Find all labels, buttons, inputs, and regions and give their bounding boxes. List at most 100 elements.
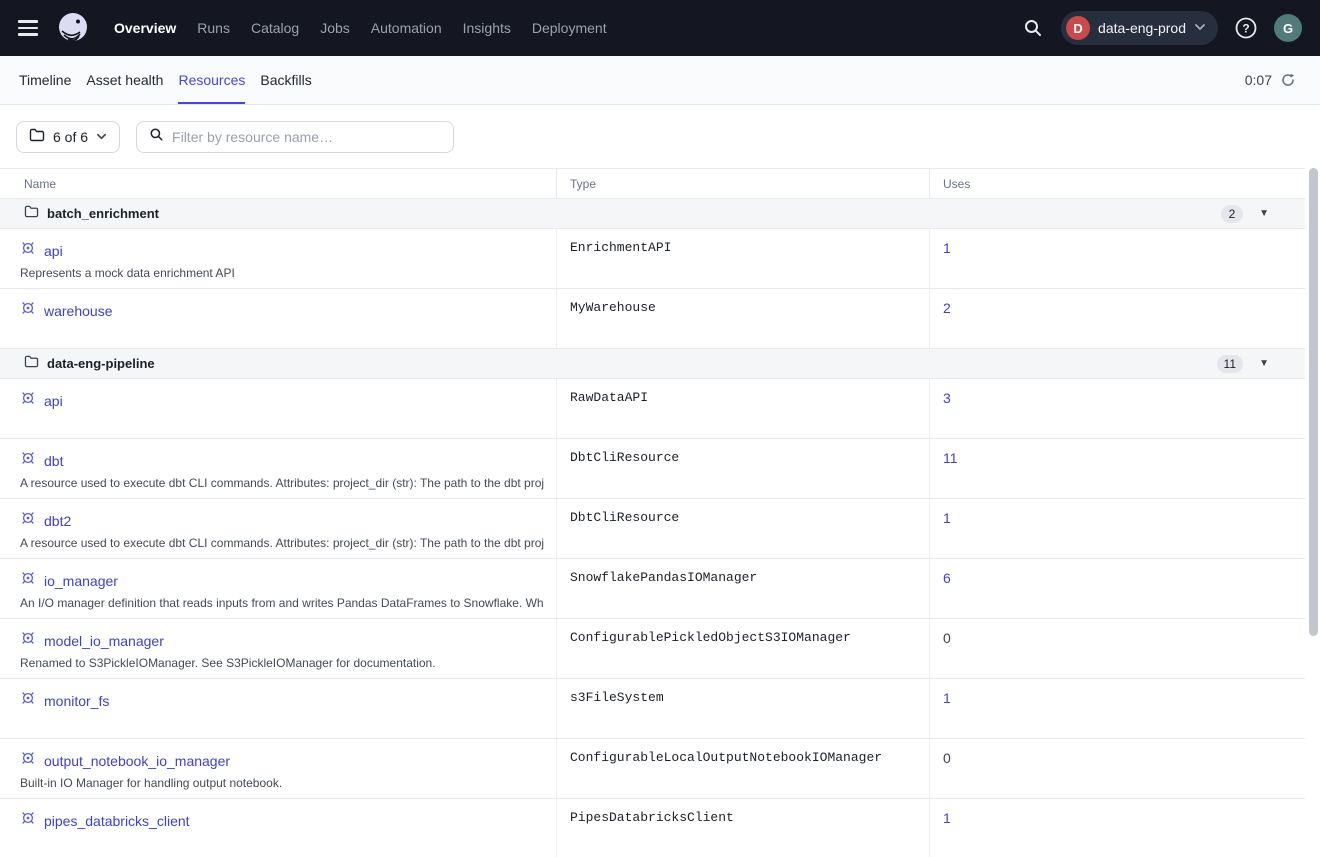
nav-item-runs[interactable]: Runs (197, 20, 230, 36)
resource-uses-link[interactable]: 2 (943, 300, 951, 316)
nav-item-catalog[interactable]: Catalog (251, 20, 299, 36)
resource-name-link[interactable]: warehouse (44, 303, 113, 319)
resource-uses-cell: 0 (930, 739, 1305, 798)
dagster-logo[interactable] (54, 9, 92, 47)
column-header-type: Type (557, 169, 930, 198)
resource-uses-cell: 2 (930, 289, 1305, 348)
resource-uses-link[interactable]: 1 (943, 810, 951, 826)
page: Overview Runs Catalog Jobs Automation In… (0, 0, 1320, 857)
resource-name-cell: api (0, 379, 557, 438)
group-name: data-eng-pipeline (47, 356, 155, 371)
resource-name-cell: model_io_manager Renamed to S3PickleIOMa… (0, 619, 557, 678)
svg-text:?: ? (1242, 22, 1249, 36)
caret-down-icon[interactable]: ▼ (1259, 209, 1269, 219)
nav-item-deployment[interactable]: Deployment (532, 20, 607, 36)
tab-bar: Timeline Asset health Resources Backfill… (0, 56, 1320, 105)
resource-name-link[interactable]: pipes_databricks_client (44, 813, 190, 829)
resources-table: Name Type Uses batch_enrichment 2 ▼ (0, 168, 1305, 857)
resource-uses-link[interactable]: 6 (943, 570, 951, 586)
resource-uses-link[interactable]: 11 (943, 450, 958, 466)
resource-uses-link[interactable]: 3 (943, 390, 951, 406)
tab-asset-health[interactable]: Asset health (86, 56, 163, 104)
resource-description: Represents a mock data enrichment API (20, 266, 544, 280)
resource-description: Renamed to S3PickleIOManager. See S3Pick… (20, 656, 544, 670)
resource-uses-cell: 3 (930, 379, 1305, 438)
resource-uses-cell: 1 (930, 679, 1305, 738)
resource-type: EnrichmentAPI (557, 229, 930, 288)
nav-item-automation[interactable]: Automation (371, 20, 442, 36)
nav-item-overview[interactable]: Overview (114, 20, 176, 36)
resource-search-input[interactable] (172, 129, 441, 145)
resource-description: A resource used to execute dbt CLI comma… (20, 476, 544, 490)
nav-item-jobs[interactable]: Jobs (320, 20, 350, 36)
resource-name-link[interactable]: api (44, 393, 63, 409)
scrollbar-thumb[interactable] (1309, 168, 1318, 636)
resource-name-link[interactable]: dbt (44, 453, 63, 469)
group-count-badge: 2 (1221, 205, 1243, 223)
top-nav-right: D data-eng-prod ? G (1019, 11, 1302, 45)
resource-type: DbtCliResource (557, 499, 930, 558)
workspace-switcher[interactable]: D data-eng-prod (1061, 11, 1218, 45)
refresh-icon[interactable] (1280, 72, 1296, 88)
resource-icon (20, 690, 36, 711)
tab-backfills[interactable]: Backfills (260, 56, 311, 104)
group-filter-button[interactable]: 6 of 6 (16, 121, 120, 153)
group-filter-label: 6 of 6 (53, 129, 88, 145)
group-row[interactable]: batch_enrichment 2 ▼ (0, 199, 1305, 229)
resource-icon (20, 300, 36, 321)
resource-uses-link[interactable]: 1 (943, 690, 951, 706)
resource-row: io_manager An I/O manager definition tha… (0, 559, 1305, 619)
search-icon[interactable] (1019, 14, 1047, 42)
primary-nav: Overview Runs Catalog Jobs Automation In… (114, 20, 607, 36)
resource-name-link[interactable]: io_manager (44, 573, 118, 589)
resource-type: SnowflakePandasIOManager (557, 559, 930, 618)
resource-type: MyWarehouse (557, 289, 930, 348)
resource-name-cell: api Represents a mock data enrichment AP… (0, 229, 557, 288)
resource-uses-cell: 1 (930, 499, 1305, 558)
resource-type: ConfigurableLocalOutputNotebookIOManager (557, 739, 930, 798)
resource-search (136, 121, 454, 153)
resource-row: dbt2 A resource used to execute dbt CLI … (0, 499, 1305, 559)
resource-name-link[interactable]: output_notebook_io_manager (44, 753, 230, 769)
chevron-down-icon (1194, 21, 1206, 36)
group-row[interactable]: data-eng-pipeline 11 ▼ (0, 349, 1305, 379)
resource-type: DbtCliResource (557, 439, 930, 498)
resource-name-cell: monitor_fs (0, 679, 557, 738)
resource-uses-link: 0 (943, 750, 951, 766)
resource-name-link[interactable]: api (44, 243, 63, 259)
resource-name-link[interactable]: monitor_fs (44, 693, 109, 709)
top-nav: Overview Runs Catalog Jobs Automation In… (0, 0, 1320, 56)
resource-type: RawDataAPI (557, 379, 930, 438)
resource-name-link[interactable]: model_io_manager (44, 633, 164, 649)
caret-down-icon[interactable]: ▼ (1259, 359, 1269, 369)
tab-timeline[interactable]: Timeline (19, 56, 71, 104)
resource-uses-link[interactable]: 1 (943, 240, 951, 256)
resource-uses-link[interactable]: 1 (943, 510, 951, 526)
column-header-uses: Uses (930, 169, 1305, 198)
resource-name-link[interactable]: dbt2 (44, 513, 71, 529)
resource-row: model_io_manager Renamed to S3PickleIOMa… (0, 619, 1305, 679)
hamburger-menu-icon[interactable] (18, 16, 42, 40)
filter-bar: 6 of 6 (0, 105, 1320, 168)
tab-resources[interactable]: Resources (178, 56, 245, 104)
folder-icon (29, 128, 45, 145)
nav-item-insights[interactable]: Insights (463, 20, 511, 36)
resource-icon (20, 510, 36, 531)
user-avatar[interactable]: G (1274, 14, 1302, 42)
help-icon[interactable]: ? (1232, 14, 1260, 42)
resource-icon (20, 810, 36, 831)
resource-uses-cell: 6 (930, 559, 1305, 618)
resource-row: pipes_databricks_client PipesDatabricksC… (0, 799, 1305, 857)
resource-name-cell: pipes_databricks_client (0, 799, 557, 857)
group-name: batch_enrichment (47, 206, 159, 221)
column-header-name: Name (0, 169, 557, 198)
resource-name-cell: io_manager An I/O manager definition tha… (0, 559, 557, 618)
resource-row: api RawDataAPI 3 (0, 379, 1305, 439)
table-body: batch_enrichment 2 ▼ api Represent (0, 199, 1305, 857)
tabs: Timeline Asset health Resources Backfill… (19, 56, 312, 104)
workspace-name: data-eng-prod (1098, 20, 1186, 36)
vertical-scrollbar (1309, 168, 1318, 857)
resource-row: output_notebook_io_manager Built-in IO M… (0, 739, 1305, 799)
resource-uses-cell: 1 (930, 799, 1305, 857)
resource-uses-cell: 0 (930, 619, 1305, 678)
